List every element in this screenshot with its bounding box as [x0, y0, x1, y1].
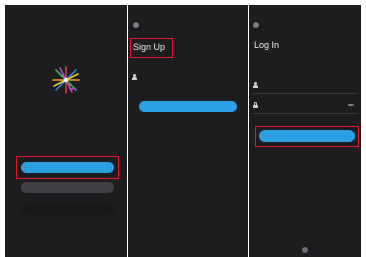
continue-button[interactable] [139, 101, 237, 112]
page-title: Log In [254, 40, 280, 50]
lock-icon [253, 102, 258, 108]
home-indicator-icon [302, 247, 308, 253]
show-password-icon[interactable] [348, 104, 354, 106]
sign-up-screen: Sign Up [128, 5, 248, 257]
no-account-login-button[interactable] [21, 204, 114, 215]
password-underline [253, 113, 357, 114]
password-field[interactable] [253, 100, 357, 110]
back-icon[interactable] [133, 22, 139, 28]
username-underline [253, 93, 357, 94]
log-in-button[interactable] [21, 182, 114, 193]
person-icon [132, 74, 137, 80]
status-bar [253, 9, 357, 15]
person-icon [253, 82, 258, 88]
sign-up-button[interactable] [21, 162, 114, 173]
page-title: Sign Up [133, 42, 166, 52]
username-field[interactable] [132, 72, 242, 82]
username-field[interactable] [253, 80, 357, 90]
welcome-screen [5, 5, 127, 257]
back-icon[interactable] [253, 22, 259, 28]
colorful-starburst-logo [52, 66, 80, 94]
status-bar [9, 9, 123, 15]
status-bar [132, 9, 244, 15]
login-button[interactable] [259, 130, 355, 142]
log-in-screen: Log In [249, 5, 361, 257]
